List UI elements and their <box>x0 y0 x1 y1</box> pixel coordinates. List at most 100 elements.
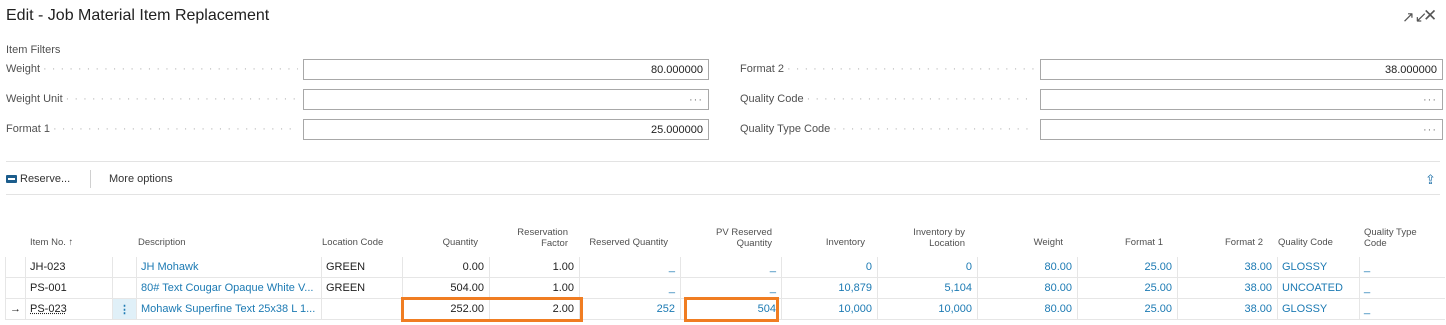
inventory-by-location-cell[interactable]: 5,104 <box>877 278 977 299</box>
quantity-cell[interactable]: 0.00 <box>402 257 489 278</box>
col-format-1[interactable]: Format 1 <box>1080 237 1163 248</box>
quality-type-code-field[interactable]: ··· <box>1040 119 1443 140</box>
dot-leader: · · · · · · · · · · · · · · · · · · · · … <box>806 93 1034 105</box>
format-2-field[interactable]: 38.000000 <box>1040 59 1443 80</box>
quality-code-cell[interactable]: UNCOATED <box>1277 278 1359 299</box>
reserved-quantity-cell[interactable]: _ <box>579 257 680 278</box>
description-cell[interactable]: Mohawk Superfine Text 25x38 L 1... <box>136 299 321 320</box>
table-row[interactable]: JH-023 JH Mohawk GREEN 0.00 1.00 _ _ 0 0… <box>5 257 1445 278</box>
col-quality-type-code-line2[interactable]: Code <box>1364 238 1387 249</box>
reservation-factor-cell[interactable]: 2.00 <box>489 299 579 320</box>
divider <box>6 194 1440 195</box>
filter-quality-type-code: Quality Type Code · · · · · · · · · · · ·… <box>740 119 1444 141</box>
col-quality-type-code-line1[interactable]: Quality Type <box>1364 227 1417 238</box>
format-2-cell[interactable]: 38.00 <box>1177 299 1277 320</box>
description-cell[interactable]: 80# Text Cougar Opaque White V... <box>136 278 321 299</box>
reserve-icon <box>6 175 17 183</box>
quality-type-code-cell[interactable]: _ <box>1359 299 1445 320</box>
filter-label: Quality Type Code <box>740 123 831 135</box>
format-2-cell[interactable]: 38.00 <box>1177 257 1277 278</box>
row-arrow <box>5 257 25 278</box>
reserve-button[interactable]: Reserve... <box>6 173 70 185</box>
reserved-quantity-cell[interactable]: _ <box>579 278 680 299</box>
reservation-factor-cell[interactable]: 1.00 <box>489 257 579 278</box>
dot-leader: · · · · · · · · · · · · · · · · · · · · … <box>43 63 298 75</box>
col-description[interactable]: Description <box>138 237 186 248</box>
filter-weight: Weight · · · · · · · · · · · · · · · · · … <box>6 59 709 81</box>
pv-reserved-cell[interactable]: _ <box>680 257 781 278</box>
format-2-cell[interactable]: 38.00 <box>1177 278 1277 299</box>
filter-label: Format 2 <box>740 63 785 75</box>
reserved-quantity-cell[interactable]: 252 <box>579 299 680 320</box>
table-row-selected[interactable]: → PS-023 ⋮ Mohawk Superfine Text 25x38 L… <box>5 299 1445 320</box>
location-cell[interactable]: GREEN <box>321 278 402 299</box>
more-options-button[interactable]: More options <box>109 173 173 185</box>
weight-cell[interactable]: 80.00 <box>977 257 1077 278</box>
close-icon[interactable]: ✕ <box>1423 6 1437 26</box>
location-cell[interactable] <box>321 299 402 320</box>
weight-field[interactable]: 80.000000 <box>303 59 709 80</box>
description-cell[interactable]: JH Mohawk <box>136 257 321 278</box>
item-filters-heading: Item Filters <box>6 44 61 56</box>
quantity-cell[interactable]: 504.00 <box>402 278 489 299</box>
col-quantity[interactable]: Quantity <box>400 237 478 248</box>
quality-type-code-cell[interactable]: _ <box>1359 278 1445 299</box>
row-menu[interactable] <box>112 257 136 278</box>
share-icon[interactable]: ⇪ <box>1425 172 1436 188</box>
filter-format-2: Format 2 · · · · · · · · · · · · · · · · … <box>740 59 1444 81</box>
row-arrow-icon: → <box>5 299 25 320</box>
row-menu-icon[interactable]: ⋮ <box>112 299 136 320</box>
pv-reserved-cell[interactable]: 504 <box>680 299 781 320</box>
col-pv-reserved-line1[interactable]: PV Reserved <box>680 227 772 238</box>
inventory-cell[interactable]: 10,879 <box>781 278 877 299</box>
filter-label: Quality Code <box>740 93 804 105</box>
col-weight[interactable]: Weight <box>980 237 1063 248</box>
quality-type-code-cell[interactable]: _ <box>1359 257 1445 278</box>
format-1-cell[interactable]: 25.00 <box>1077 257 1177 278</box>
col-quality-code[interactable]: Quality Code <box>1278 237 1333 248</box>
dot-leader: · · · · · · · · · · · · · · · · · · · · … <box>833 123 1034 135</box>
quality-code-cell[interactable]: GLOSSY <box>1277 299 1359 320</box>
weight-unit-field[interactable]: ··· <box>303 89 709 110</box>
dot-leader: · · · · · · · · · · · · · · · · · · · · … <box>53 123 298 135</box>
col-item-no[interactable]: Item No. ↑ <box>30 237 73 248</box>
location-cell[interactable]: GREEN <box>321 257 402 278</box>
filter-weight-unit: Weight Unit · · · · · · · · · · · · · · ·… <box>6 89 709 111</box>
col-pv-reserved-line2[interactable]: Quantity <box>680 238 772 249</box>
row-menu[interactable] <box>112 278 136 299</box>
format-1-cell[interactable]: 25.00 <box>1077 278 1177 299</box>
col-format-2[interactable]: Format 2 <box>1180 237 1263 248</box>
col-inventory-by-location-line2[interactable]: Location <box>880 238 965 249</box>
col-inventory[interactable]: Inventory <box>780 237 865 248</box>
inventory-cell[interactable]: 10,000 <box>781 299 877 320</box>
reserve-label: Reserve... <box>20 173 71 185</box>
quality-code-cell[interactable]: GLOSSY <box>1277 257 1359 278</box>
inventory-by-location-cell[interactable]: 0 <box>877 257 977 278</box>
col-inventory-by-location-line1[interactable]: Inventory by <box>880 227 965 238</box>
format-1-cell[interactable]: 25.00 <box>1077 299 1177 320</box>
table-row[interactable]: PS-001 80# Text Cougar Opaque White V...… <box>5 278 1445 299</box>
inventory-cell[interactable]: 0 <box>781 257 877 278</box>
format-1-field[interactable]: 25.000000 <box>303 119 709 140</box>
filter-label: Weight Unit <box>6 93 63 105</box>
reservation-factor-cell[interactable]: 1.00 <box>489 278 579 299</box>
col-location-code[interactable]: Location Code <box>322 237 383 248</box>
page-title: Edit - Job Material Item Replacement <box>6 7 270 24</box>
weight-cell[interactable]: 80.00 <box>977 299 1077 320</box>
dot-leader: · · · · · · · · · · · · · · · · · · · · … <box>787 63 1034 75</box>
item-no-cell[interactable]: PS-023 <box>25 299 112 320</box>
dot-leader: · · · · · · · · · · · · · · · · · · · · … <box>65 93 298 105</box>
col-reservation-factor-line1[interactable]: Reservation <box>486 227 568 238</box>
col-reserved-quantity[interactable]: Reserved Quantity <box>576 237 668 248</box>
col-reservation-factor-line2[interactable]: Factor <box>486 238 568 249</box>
item-no-cell[interactable]: PS-001 <box>25 278 112 299</box>
inventory-by-location-cell[interactable]: 10,000 <box>877 299 977 320</box>
item-no-cell[interactable]: JH-023 <box>25 257 112 278</box>
pv-reserved-cell[interactable]: _ <box>680 278 781 299</box>
filter-format-1: Format 1 · · · · · · · · · · · · · · · · … <box>6 119 709 141</box>
quantity-cell[interactable]: 252.00 <box>402 299 489 320</box>
weight-cell[interactable]: 80.00 <box>977 278 1077 299</box>
row-arrow <box>5 278 25 299</box>
filter-label: Weight <box>6 63 41 75</box>
quality-code-field[interactable]: ··· <box>1040 89 1443 110</box>
